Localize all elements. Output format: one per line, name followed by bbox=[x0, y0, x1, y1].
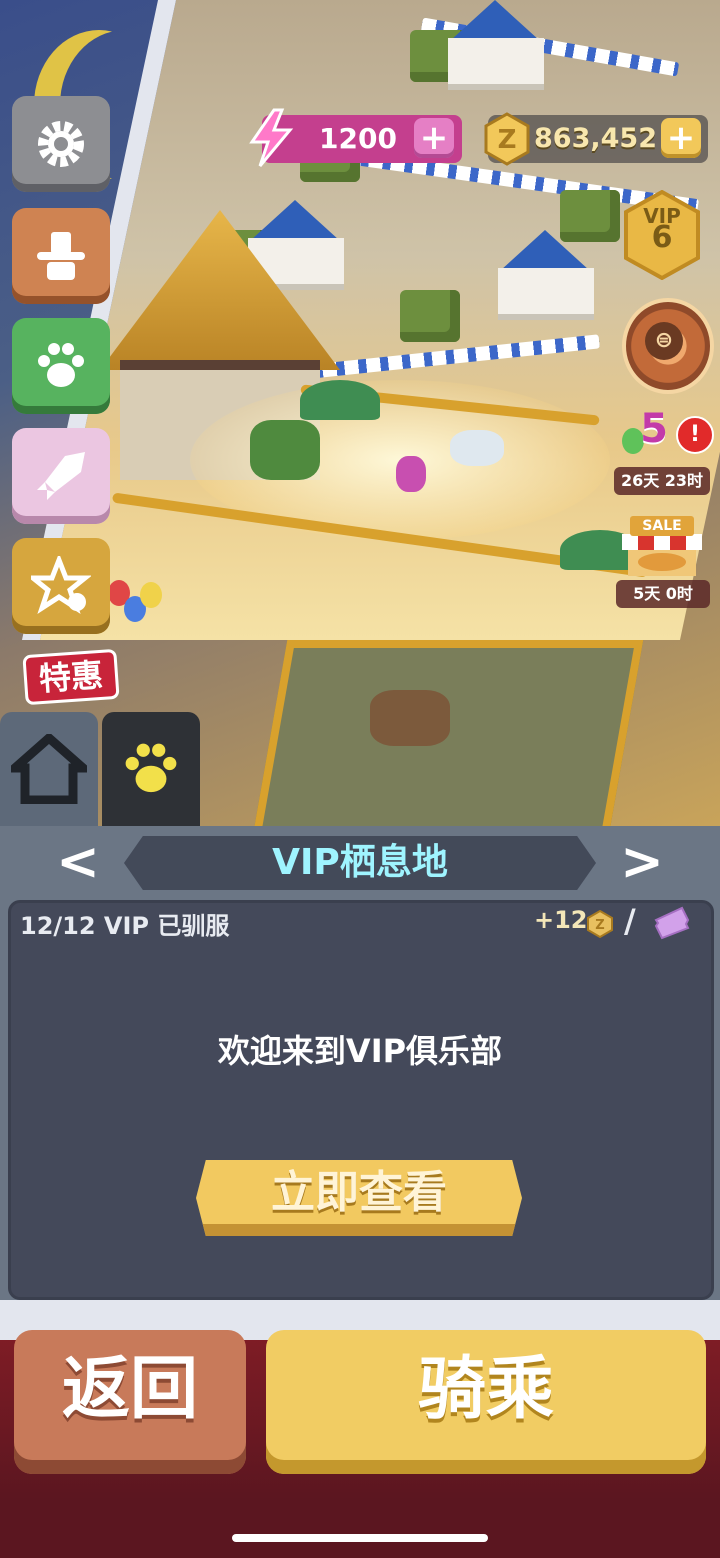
tab-pets[interactable] bbox=[102, 712, 200, 826]
home-icon bbox=[11, 734, 87, 804]
tree bbox=[560, 190, 620, 242]
tamed-count: 12/12 VIP 已驯服 bbox=[20, 912, 230, 940]
next-habitat-button[interactable]: > bbox=[620, 834, 664, 890]
lightning-icon bbox=[249, 108, 294, 167]
rocket-icon bbox=[37, 452, 85, 500]
wheel-lock-icon: ⊜ bbox=[645, 322, 683, 360]
white-rhino[interactable] bbox=[450, 430, 504, 466]
green-beast[interactable] bbox=[250, 420, 320, 480]
alert-badge: ! bbox=[676, 416, 714, 454]
special-offer-button[interactable]: 特惠 bbox=[22, 648, 120, 706]
previous-habitat-button[interactable]: < bbox=[56, 834, 100, 890]
sale-timer: 5天 0时 bbox=[616, 580, 710, 608]
svg-text:Z: Z bbox=[498, 125, 517, 155]
balloon bbox=[140, 582, 162, 608]
boost-button[interactable] bbox=[12, 428, 110, 524]
energy-value: 1200 bbox=[319, 122, 397, 155]
pets-button[interactable] bbox=[12, 318, 110, 414]
paw-icon bbox=[38, 343, 84, 387]
coin-icon: Z bbox=[484, 112, 530, 166]
achievements-button[interactable] bbox=[12, 538, 110, 634]
add-energy-button[interactable]: + bbox=[414, 118, 454, 158]
add-coins-button[interactable]: + bbox=[661, 118, 701, 158]
habitat-building bbox=[498, 268, 594, 320]
habitat-content bbox=[8, 900, 714, 1300]
palm-tree bbox=[300, 380, 380, 420]
pink-pet[interactable] bbox=[396, 456, 426, 492]
view-now-button[interactable]: 立即查看 bbox=[196, 1160, 522, 1236]
tree bbox=[400, 290, 460, 342]
vip-badge[interactable]: VIP 6 bbox=[622, 205, 702, 255]
settings-button[interactable] bbox=[12, 96, 110, 192]
welcome-message: 欢迎来到VIP俱乐部 bbox=[217, 1032, 503, 1070]
gear-icon bbox=[38, 121, 84, 167]
home-indicator[interactable] bbox=[232, 1534, 488, 1542]
event-count[interactable]: 5 bbox=[634, 406, 674, 452]
profile-button[interactable] bbox=[12, 208, 110, 304]
star-check-icon bbox=[31, 556, 91, 614]
separator: / bbox=[624, 902, 636, 940]
habitat-building bbox=[448, 38, 544, 90]
habitat-title: VIP栖息地 bbox=[124, 836, 596, 890]
brown-beast[interactable] bbox=[370, 690, 450, 746]
cowboy-hat-icon bbox=[37, 232, 85, 280]
ticket-icon bbox=[654, 906, 690, 940]
back-button[interactable]: 返回 bbox=[14, 1330, 246, 1474]
event-timer: 26天 23时 bbox=[614, 467, 710, 495]
paw-icon bbox=[125, 743, 177, 793]
sale-label: SALE bbox=[630, 516, 694, 536]
vip-level: 6 bbox=[651, 220, 673, 255]
coin-value: 863,452 bbox=[534, 123, 657, 154]
coin-icon: Z bbox=[587, 910, 613, 938]
reward-amount: +12 bbox=[534, 906, 588, 934]
svg-text:Z: Z bbox=[595, 918, 604, 933]
tab-home[interactable] bbox=[0, 712, 98, 826]
ride-button[interactable]: 骑乘 bbox=[266, 1330, 706, 1474]
